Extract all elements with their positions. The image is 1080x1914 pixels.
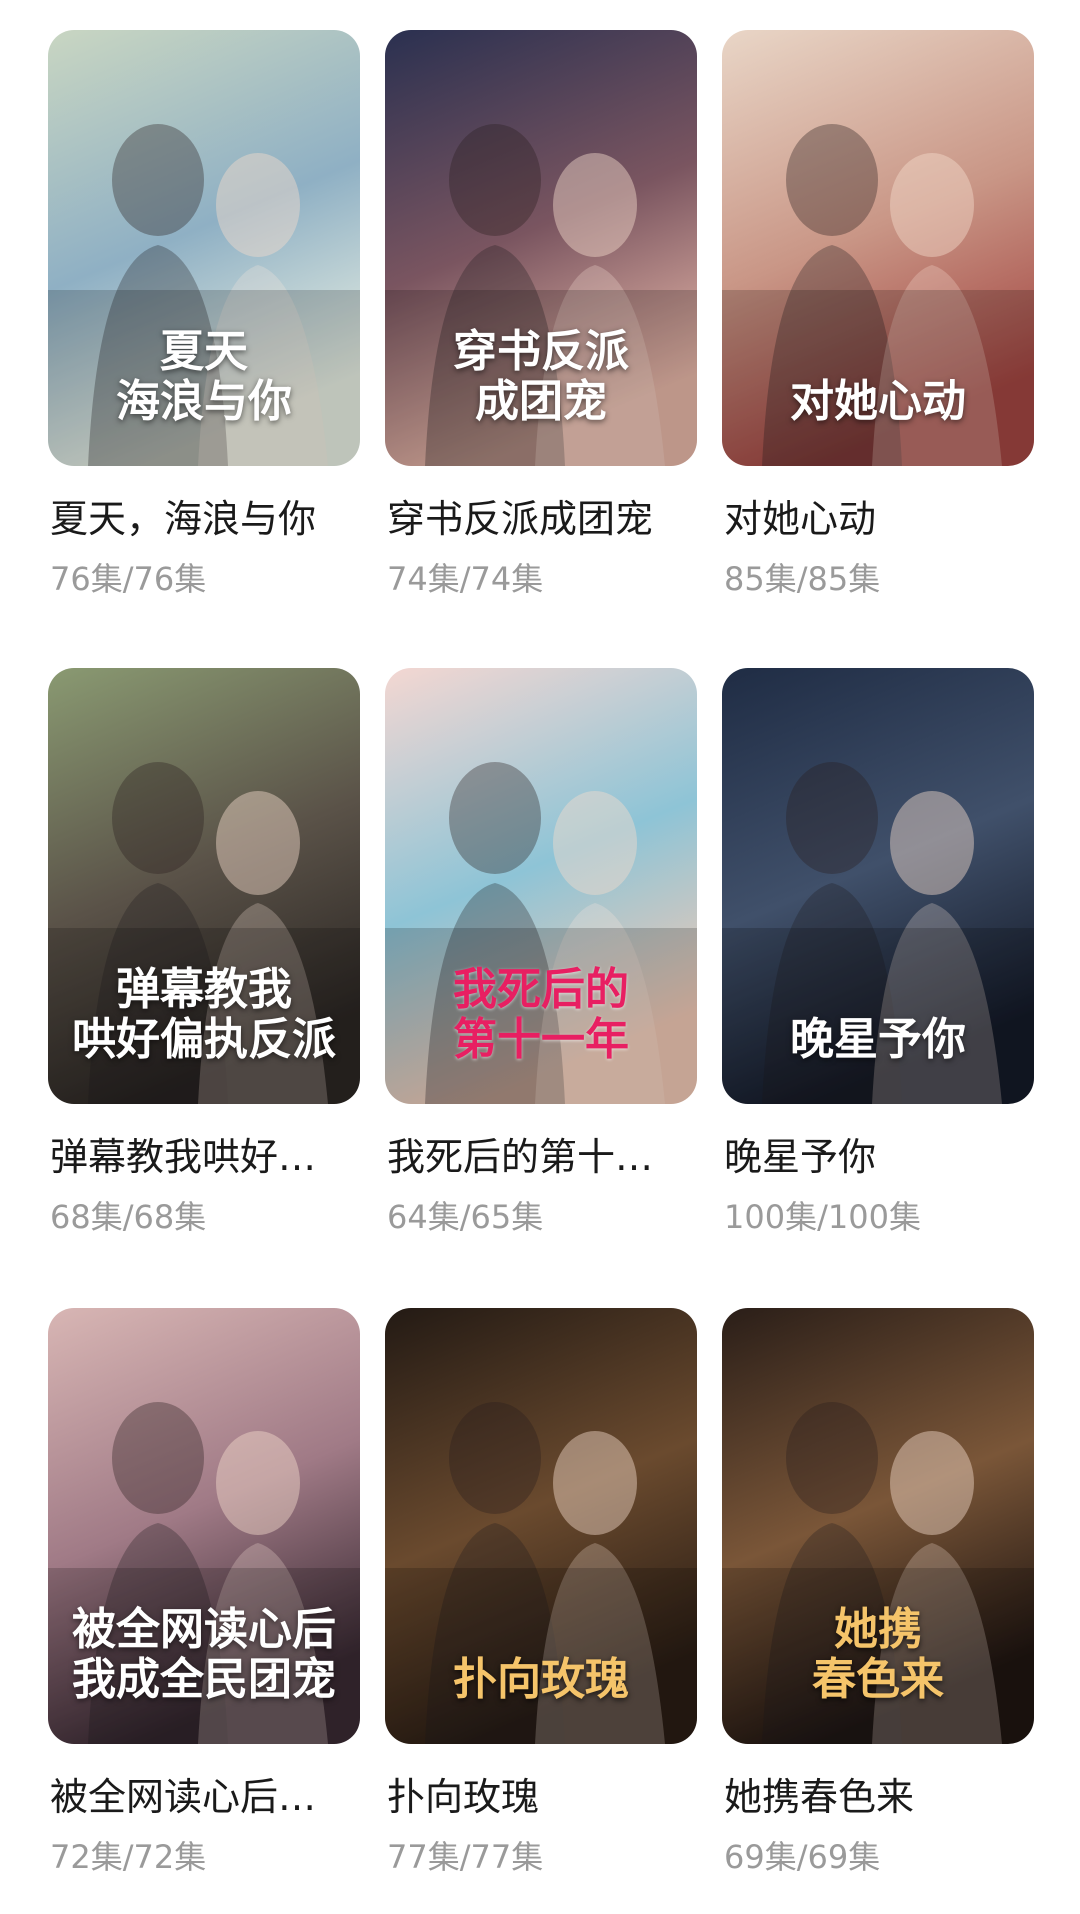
episode-count: 85集/85集 (724, 560, 881, 598)
drama-title[interactable]: 夏天，海浪与你 (50, 488, 370, 543)
drama-poster[interactable]: 夏天 海浪与你 (48, 30, 360, 466)
drama-poster[interactable]: 穿书反派 成团宠 (385, 30, 697, 466)
episode-count: 100集/100集 (724, 1198, 921, 1236)
drama-card[interactable]: 弹幕教我 哄好偏执反派 弹幕教我哄好… 68集/68集 (48, 668, 360, 1236)
drama-card[interactable]: 穿书反派 成团宠 穿书反派成团宠 74集/74集 (385, 30, 697, 598)
poster-title-art: 弹幕教我 哄好偏执反派 (72, 964, 336, 1065)
drama-poster[interactable]: 被全网读心后 我成全民团宠 (48, 1308, 360, 1744)
drama-poster[interactable]: 我死后的 第十一年 (385, 668, 697, 1104)
drama-title[interactable]: 她携春色来 (724, 1766, 1044, 1821)
drama-title[interactable]: 我死后的第十… (387, 1126, 707, 1181)
drama-poster[interactable]: 对她心动 (722, 30, 1034, 466)
drama-title[interactable]: 被全网读心后… (50, 1766, 370, 1821)
drama-title[interactable]: 扑向玫瑰 (387, 1766, 707, 1821)
drama-title[interactable]: 弹幕教我哄好… (50, 1126, 370, 1181)
drama-grid: 夏天 海浪与你 夏天，海浪与你 76集/76集 穿书反派 成团宠 穿书反派成团宠 74集/… (0, 0, 1080, 1914)
poster-title-art: 晚星予你 (790, 1013, 966, 1065)
poster-title-art: 扑向玫瑰 (453, 1653, 629, 1705)
drama-poster[interactable]: 弹幕教我 哄好偏执反派 (48, 668, 360, 1104)
poster-title-art: 被全网读心后 我成全民团宠 (72, 1604, 336, 1705)
episode-count: 68集/68集 (50, 1198, 207, 1236)
episode-count: 72集/72集 (50, 1838, 207, 1876)
episode-count: 77集/77集 (387, 1838, 544, 1876)
drama-title[interactable]: 晚星予你 (724, 1126, 1044, 1181)
poster-title-art: 她携 春色来 (812, 1604, 944, 1705)
drama-poster[interactable]: 晚星予你 (722, 668, 1034, 1104)
drama-card[interactable]: 她携 春色来 她携春色来 69集/69集 (722, 1308, 1034, 1876)
episode-count: 76集/76集 (50, 560, 207, 598)
drama-card[interactable]: 扑向玫瑰 扑向玫瑰 77集/77集 (385, 1308, 697, 1876)
drama-poster[interactable]: 扑向玫瑰 (385, 1308, 697, 1744)
drama-card[interactable]: 对她心动 对她心动 85集/85集 (722, 30, 1034, 598)
episode-count: 74集/74集 (387, 560, 544, 598)
poster-title-art: 我死后的 第十一年 (453, 964, 629, 1065)
drama-card[interactable]: 晚星予你 晚星予你 100集/100集 (722, 668, 1034, 1236)
poster-title-art: 对她心动 (790, 375, 966, 427)
drama-title[interactable]: 穿书反派成团宠 (387, 488, 707, 543)
drama-card[interactable]: 我死后的 第十一年 我死后的第十… 64集/65集 (385, 668, 697, 1236)
drama-title[interactable]: 对她心动 (724, 488, 1044, 543)
poster-title-art: 穿书反派 成团宠 (453, 326, 629, 427)
drama-card[interactable]: 被全网读心后 我成全民团宠 被全网读心后… 72集/72集 (48, 1308, 360, 1876)
drama-card[interactable]: 夏天 海浪与你 夏天，海浪与你 76集/76集 (48, 30, 360, 598)
poster-title-art: 夏天 海浪与你 (116, 326, 292, 427)
episode-count: 69集/69集 (724, 1838, 881, 1876)
episode-count: 64集/65集 (387, 1198, 544, 1236)
drama-poster[interactable]: 她携 春色来 (722, 1308, 1034, 1744)
